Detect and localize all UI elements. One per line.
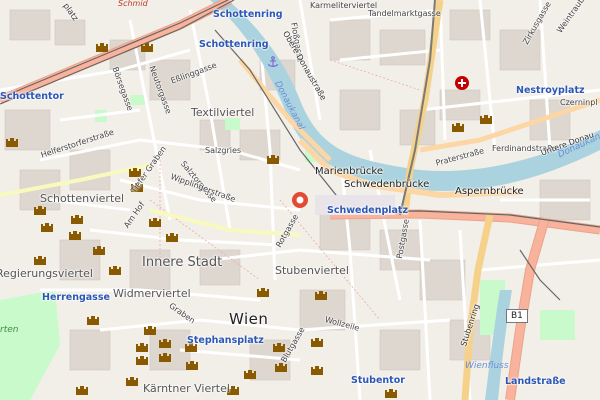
station-label-landstrasse[interactable]: Landstraße (505, 377, 566, 387)
station-label-schwedenplatz[interactable]: Schwedenplatz (327, 206, 408, 216)
castle-icon[interactable] (310, 363, 324, 375)
castle-icon[interactable] (165, 230, 179, 242)
district-label-innere-stadt: Innere Stadt (142, 255, 223, 270)
castle-icon[interactable] (243, 367, 257, 379)
castle-icon[interactable] (451, 120, 465, 132)
station-label-schottenring-top[interactable]: Schottenring (213, 10, 283, 20)
map-canvas[interactable]: B1 Wien Innere Stadt Schottenviertel Tex… (0, 0, 600, 400)
castle-icon[interactable] (384, 386, 398, 398)
station-label-herrengasse[interactable]: Herrengasse (42, 293, 110, 303)
anchor-icon (267, 56, 279, 68)
park-label: rten (0, 325, 19, 335)
castle-icon[interactable] (185, 358, 199, 370)
bridge-label-marienbruecke: Marienbrücke (315, 166, 384, 177)
district-label-stubenviertel: Stubenviertel (275, 264, 349, 277)
castle-icon[interactable] (266, 152, 280, 164)
hospital-icon[interactable] (455, 76, 469, 90)
station-label-schottentor[interactable]: Schottentor (0, 92, 64, 102)
district-label-textilviertel: Textilviertel (191, 106, 255, 119)
castle-icon[interactable] (92, 243, 106, 255)
castle-icon[interactable] (256, 285, 270, 297)
castle-icon[interactable] (86, 313, 100, 325)
castle-icon[interactable] (140, 40, 154, 52)
street-label-czerninplatz: Czerninpl (560, 98, 598, 107)
street-label-tandelmarktgasse: Tandelmarktgasse (368, 9, 441, 18)
water-label-wienfluss: Wienfluss (465, 361, 509, 371)
station-label-stubentor[interactable]: Stubentor (351, 376, 405, 386)
castle-icon[interactable] (310, 335, 324, 347)
castle-icon[interactable] (70, 212, 84, 224)
castle-icon[interactable] (5, 135, 19, 147)
castle-icon[interactable] (158, 336, 172, 348)
castle-icon[interactable] (125, 374, 139, 386)
street-label-schmid: Schmid (118, 0, 148, 8)
castle-icon[interactable] (479, 112, 493, 124)
district-label-schottenviertel: Schottenviertel (40, 192, 125, 205)
castle-icon[interactable] (108, 263, 122, 275)
castle-icon[interactable] (143, 323, 157, 335)
route-b1-shield: B1 (506, 309, 528, 323)
location-marker-icon[interactable] (290, 190, 310, 210)
city-label: Wien (229, 310, 269, 328)
castle-icon[interactable] (158, 350, 172, 362)
castle-icon[interactable] (75, 383, 89, 395)
station-label-nestroyplatz[interactable]: Nestroyplatz (516, 86, 585, 96)
castle-icon[interactable] (148, 215, 162, 227)
castle-icon[interactable] (68, 228, 82, 240)
district-label-widmerviertel: Widmerviertel (113, 287, 191, 300)
castle-icon[interactable] (33, 253, 47, 265)
station-label-schottenring[interactable]: Schottenring (199, 40, 269, 50)
castle-icon[interactable] (135, 353, 149, 365)
castle-icon[interactable] (135, 340, 149, 352)
castle-icon[interactable] (314, 288, 328, 300)
street-label-salzgries: Salzgries (205, 146, 242, 155)
bridge-label-schwedenbruecke: Schwedenbrücke (344, 179, 430, 190)
bridge-label-aspernbruecke: Aspernbrücke (455, 186, 524, 197)
castle-icon[interactable] (95, 40, 109, 52)
castle-icon[interactable] (40, 220, 54, 232)
district-label-kaerntner: Kärntner Viertel (143, 382, 230, 395)
district-label-regierung: Regierungsviertel (0, 267, 93, 280)
station-label-stephansplatz[interactable]: Stephansplatz (187, 336, 264, 346)
